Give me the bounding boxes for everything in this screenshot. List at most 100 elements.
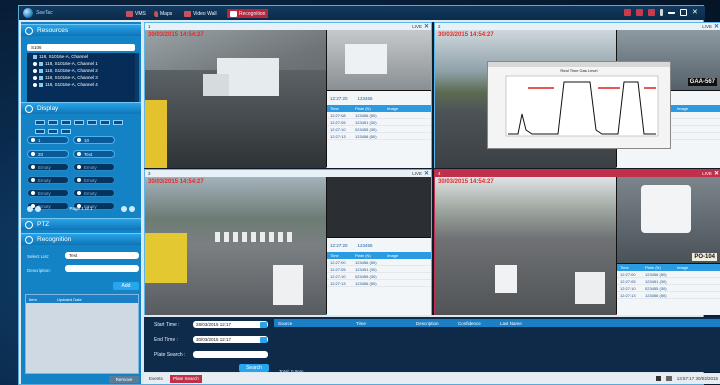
chart-overlay-window[interactable]: Real Time Gas Level [487, 61, 671, 149]
cell-time: 12:27:13 [330, 133, 346, 139]
table-header: Source Time Description Confidence Last … [274, 319, 720, 327]
prev-page-icon[interactable] [35, 205, 41, 212]
close-pane-icon[interactable]: ✕ [714, 170, 719, 177]
display-slot-button[interactable]: Emoty [27, 176, 69, 184]
table-row[interactable]: 12:27:05 123451 (30) [617, 278, 720, 285]
plate-search-input[interactable] [193, 351, 268, 358]
table-row[interactable]: 12:27:13 123456 (50) [327, 280, 431, 287]
remove-button[interactable]: Remove [109, 376, 139, 383]
resources-header[interactable]: Resources [21, 24, 141, 36]
plot-area [505, 75, 659, 137]
table-row[interactable]: 12:27:00 123456 (50) [617, 271, 720, 278]
ptz-header[interactable]: PTZ [21, 218, 141, 230]
display-slot-button[interactable]: Emoty [73, 189, 115, 197]
display-slot-button[interactable]: 10 [73, 136, 115, 144]
display-slot-button[interactable]: 20 [27, 150, 69, 158]
layout-10-icon[interactable] [100, 120, 110, 125]
nav-recognition[interactable]: Recognition [227, 9, 269, 18]
description-input[interactable] [65, 265, 139, 272]
calendar-icon[interactable] [260, 337, 267, 343]
screen-icon[interactable] [648, 9, 655, 16]
tree-item[interactable]: 118, S1016e-A, Channel 4 [27, 81, 135, 88]
tab-plate-search[interactable]: Plate Search [170, 375, 202, 383]
search-button[interactable]: Search [239, 364, 269, 372]
layout-9-icon[interactable] [87, 120, 97, 125]
layout-4-icon[interactable] [48, 120, 58, 125]
slot-label: Emoty [84, 190, 97, 196]
cell-time: 12:27:05 [620, 278, 636, 284]
start-time-input[interactable]: 28/03/2015 12:17 [193, 321, 268, 328]
window-controls: ✕ [624, 9, 699, 16]
tree-label: 118, S1016e-A, Channel [39, 54, 88, 59]
video-pane-4[interactable]: 4 LIVE ✕ 30/03/2015 14:54:27 PO-104 Time Pl… [434, 169, 720, 315]
recognition-header[interactable]: Recognition [21, 233, 141, 245]
resources-icon [25, 26, 33, 35]
maximize-icon[interactable] [680, 9, 687, 16]
layout-8-icon[interactable] [74, 120, 84, 125]
tree-item[interactable]: 118, S1016e-A, Channel [27, 53, 135, 60]
display-slot-button[interactable]: Emoty [27, 163, 69, 171]
display-slot-button[interactable]: Emoty [73, 163, 115, 171]
display-header[interactable]: Display [21, 102, 141, 114]
table-row[interactable]: 12:27:05 123451 (30) [327, 119, 431, 126]
resource-search-input[interactable]: S106 [27, 44, 135, 51]
video-pane-1[interactable]: 1 LIVE ✕ 30/03/2015 14:54:27 12:27:20 12345… [144, 22, 432, 168]
column-header: Time [620, 265, 629, 270]
display-slot-button[interactable]: Emoty [73, 176, 115, 184]
tree-item[interactable]: 118, S1016e-A, Channel 1 [27, 60, 135, 67]
layout-20-icon[interactable] [48, 128, 58, 134]
nav-maps[interactable]: Maps [151, 9, 175, 18]
table-row[interactable]: 12:27:10 023455 (30) [327, 126, 431, 133]
table-row[interactable]: 12:27:00 123456 (50) [327, 259, 431, 266]
pane-header: 1 LIVE ✕ [145, 23, 431, 30]
layout-25-icon[interactable] [61, 128, 71, 134]
settings-icon[interactable] [624, 9, 631, 16]
close-pane-icon[interactable]: ✕ [424, 170, 429, 177]
end-time-input[interactable]: 30/03/2015 12:17 [193, 336, 268, 343]
display-slot-button[interactable]: Text [73, 150, 115, 158]
display-slot-button[interactable]: 1 [27, 136, 69, 144]
add-button[interactable]: Add [113, 282, 139, 290]
first-page-icon[interactable] [27, 205, 33, 212]
gas-level-chart [505, 75, 659, 137]
column-header: Last Name [500, 320, 522, 326]
slot-label: 10 [84, 137, 90, 143]
info-icon[interactable] [660, 9, 663, 16]
layout-6-icon[interactable] [61, 120, 71, 125]
plate-number: 123455 [357, 242, 373, 248]
close-icon[interactable]: ✕ [692, 9, 699, 16]
nav-vms[interactable]: VMS [123, 9, 149, 18]
table-row[interactable]: 12:27:13 123456 (50) [327, 133, 431, 140]
tab-events[interactable]: Events [146, 375, 166, 383]
record-icon[interactable] [636, 9, 643, 16]
close-pane-icon[interactable]: ✕ [424, 23, 429, 30]
nav-video-wall[interactable]: Video Wall [181, 9, 220, 18]
plate-snapshot [327, 30, 431, 90]
video-pane-3[interactable]: 3 LIVE ✕ 30/03/2015 14:54:27 12:27:20 12345… [144, 169, 432, 315]
tree-item[interactable]: 118, S1016e-A, Channel 3 [27, 74, 135, 81]
layout-16-icon[interactable] [35, 128, 45, 134]
table-row[interactable]: 12:27:10 023455 (30) [327, 273, 431, 280]
search-value: S106 [31, 45, 42, 50]
table-row[interactable]: 12:27:13 123456 (50) [617, 292, 720, 299]
volume-icon[interactable] [655, 376, 661, 381]
table-row[interactable]: 12:27:10 023455 (30) [617, 285, 720, 292]
tree-item[interactable]: 118, S1016e-A, Channel 2 [27, 67, 135, 74]
dot-icon [77, 191, 81, 195]
timestamp: 30/03/2015 14:54:27 [438, 179, 494, 185]
select-list-dropdown[interactable]: Test [65, 252, 139, 259]
plate-summary: 12:27:20 123455 [327, 91, 431, 105]
video-pane-2[interactable]: 2LIVE✕ 30/03/2015 14:54:27 GAA-567 12:27… [434, 22, 720, 168]
minimize-icon[interactable] [668, 9, 675, 14]
snapshot-car [641, 185, 691, 233]
status-clock: 13:57:17 30/03/2015 [655, 376, 718, 381]
table-row[interactable]: 12:27:05 123451 (30) [327, 266, 431, 273]
close-pane-icon[interactable]: ✕ [714, 23, 719, 30]
next-page-icon[interactable] [121, 205, 127, 212]
table-row[interactable]: 12:27:08 123456 (50) [327, 112, 431, 119]
layout-13-icon[interactable] [113, 120, 123, 125]
last-page-icon[interactable] [129, 205, 135, 212]
calendar-icon[interactable] [260, 322, 267, 328]
display-slot-button[interactable]: Emoty [27, 189, 69, 197]
layout-1-icon[interactable] [35, 120, 45, 125]
